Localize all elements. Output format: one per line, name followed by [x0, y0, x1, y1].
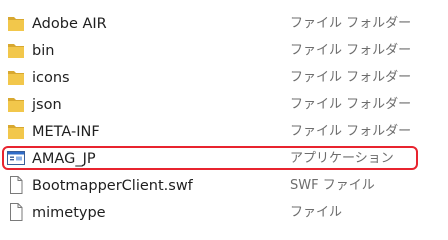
file-name: icons: [32, 70, 70, 86]
folder-icon: [7, 67, 25, 87]
file-name: json: [32, 97, 62, 113]
file-type: ファイル フォルダー: [290, 43, 412, 58]
application-icon: [7, 148, 25, 168]
file-name: Adobe AIR: [32, 16, 107, 32]
file-row-meta-inf[interactable]: META-INF ファイル フォルダー: [0, 118, 448, 145]
file-row-adobe-air[interactable]: Adobe AIR ファイル フォルダー: [0, 10, 448, 37]
file-name: mimetype: [32, 205, 106, 221]
folder-icon: [7, 13, 25, 33]
file-type: ファイル: [290, 205, 343, 220]
file-name: bin: [32, 43, 55, 59]
file-type: ファイル フォルダー: [290, 70, 412, 85]
file-type: ファイル フォルダー: [290, 16, 412, 31]
file-row-bin[interactable]: bin ファイル フォルダー: [0, 37, 448, 64]
folder-icon: [7, 94, 25, 114]
file-name: AMAG_JP: [32, 151, 96, 167]
folder-icon: [7, 121, 25, 141]
file-icon: [7, 175, 25, 195]
file-row-mimetype[interactable]: mimetype ファイル: [0, 199, 448, 226]
file-row-amag-jp[interactable]: AMAG_JP アプリケーション: [0, 145, 448, 172]
file-type: ファイル フォルダー: [290, 124, 412, 139]
file-name: BootmapperClient.swf: [32, 178, 193, 194]
file-type: SWF ファイル: [290, 178, 375, 193]
folder-icon: [7, 40, 25, 60]
file-row-bootmapperclient-swf[interactable]: BootmapperClient.swf SWF ファイル: [0, 172, 448, 199]
file-type: ファイル フォルダー: [290, 97, 412, 112]
file-row-json[interactable]: json ファイル フォルダー: [0, 91, 448, 118]
file-name: META-INF: [32, 124, 100, 140]
file-icon: [7, 202, 25, 222]
file-row-icons[interactable]: icons ファイル フォルダー: [0, 64, 448, 91]
file-list: Adobe AIR ファイル フォルダー bin ファイル フォルダー icon…: [0, 10, 448, 226]
file-type: アプリケーション: [290, 151, 394, 166]
